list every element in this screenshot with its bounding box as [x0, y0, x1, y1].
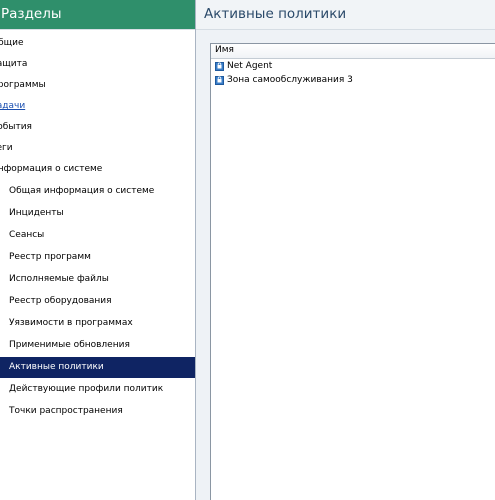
- sidebar-item-effective-policy-profiles[interactable]: Действующие профили политик: [0, 379, 195, 400]
- policy-lock-icon: [215, 61, 224, 71]
- sidebar-item-active-policies[interactable]: Активные политики: [0, 357, 195, 378]
- policy-name: Net Agent: [227, 61, 273, 71]
- page-title: Активные политики: [196, 0, 495, 30]
- policy-lock-icon: [215, 75, 224, 85]
- column-header-name[interactable]: Имя: [211, 44, 495, 59]
- sidebar-item-programs[interactable]: Программы: [0, 75, 195, 96]
- sidebar-item-incidents[interactable]: Инциденты: [0, 203, 195, 224]
- sidebar-item-tags[interactable]: Теги: [0, 138, 195, 159]
- sidebar-item-applicable-updates[interactable]: Применимые обновления: [0, 335, 195, 356]
- sidebar-item-sessions[interactable]: Сеансы: [0, 225, 195, 246]
- policies-list[interactable]: Имя Net Agent Зона самообслуживания 3: [210, 43, 495, 500]
- list-item[interactable]: Net Agent: [211, 59, 495, 73]
- sidebar-item-system-info[interactable]: Информация о системе: [0, 159, 195, 180]
- policy-name: Зона самообслуживания 3: [227, 75, 353, 85]
- sidebar-item-general[interactable]: Общие: [0, 33, 195, 54]
- content-panel: Активные политики Имя Net Agent Зона сам…: [196, 0, 495, 500]
- list-item[interactable]: Зона самообслуживания 3: [211, 73, 495, 87]
- sidebar-item-vulnerabilities[interactable]: Уязвимости в программах: [0, 313, 195, 334]
- sidebar-item-executable-files[interactable]: Исполняемые файлы: [0, 269, 195, 290]
- sidebar-item-distribution-points[interactable]: Точки распространения: [0, 401, 195, 422]
- sections-title: Разделы: [0, 0, 195, 30]
- sidebar-item-general-system-info[interactable]: Общая информация о системе: [0, 181, 195, 202]
- sidebar-item-protection[interactable]: Защита: [0, 54, 195, 75]
- sidebar-item-hardware-registry[interactable]: Реестр оборудования: [0, 291, 195, 312]
- sections-panel: Разделы Общие Защита Программы Задачи Со…: [0, 0, 196, 500]
- sidebar-item-program-registry[interactable]: Реестр программ: [0, 247, 195, 268]
- sidebar-item-events[interactable]: События: [0, 117, 195, 138]
- sidebar-item-tasks[interactable]: Задачи: [0, 96, 195, 117]
